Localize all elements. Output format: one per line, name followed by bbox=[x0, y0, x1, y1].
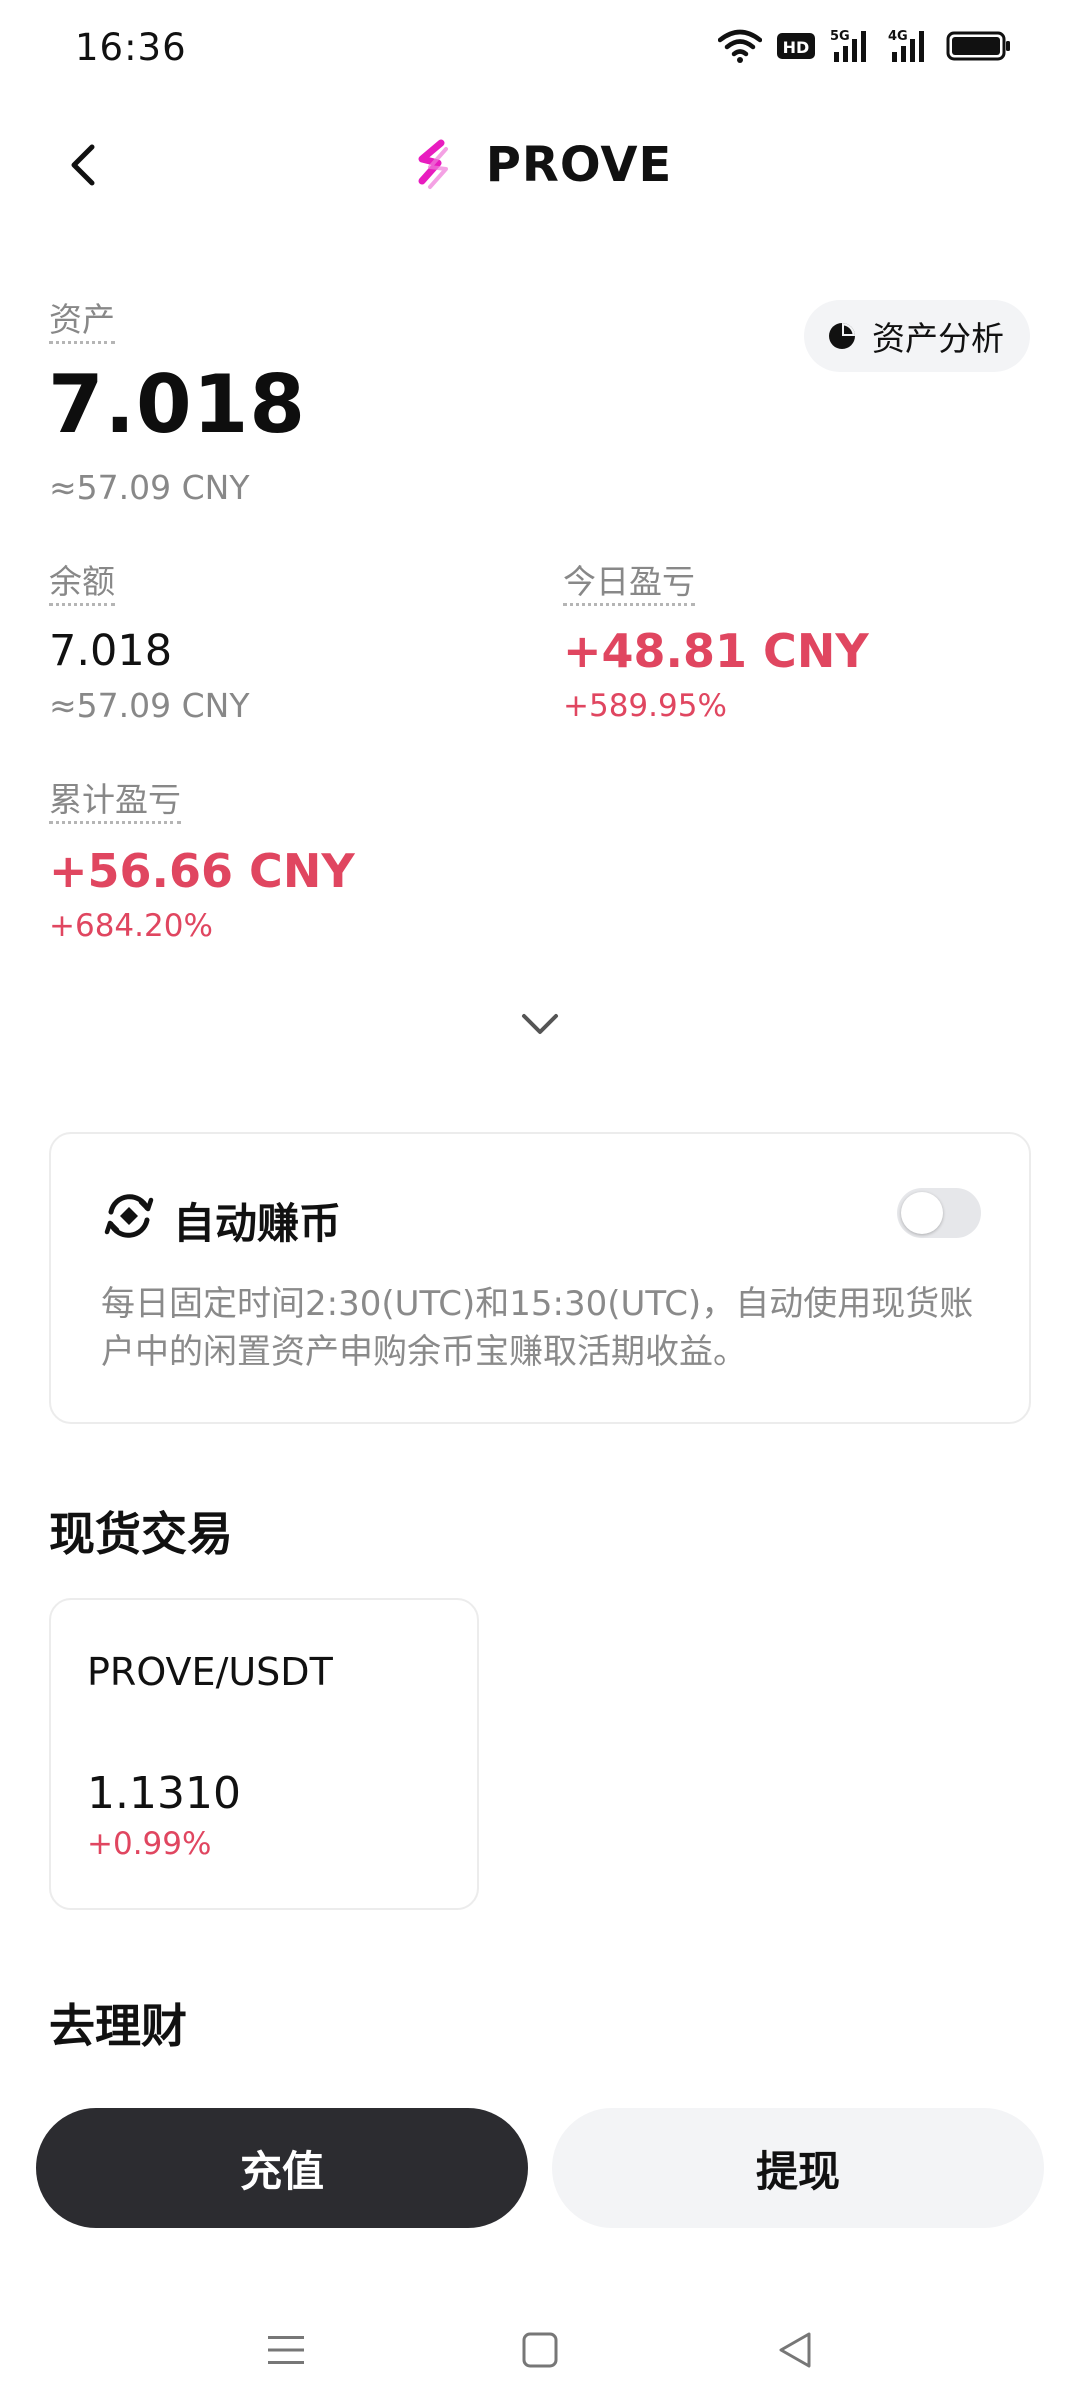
spot-pair-card[interactable]: PROVE/USDT 1.1310 +0.99% bbox=[49, 1598, 479, 1910]
net2-label: 4G bbox=[888, 29, 908, 44]
assets-label-wrap[interactable]: 资产 bbox=[49, 301, 115, 345]
auto-earn-card: 自动赚币 每日固定时间2:30(UTC)和15:30(UTC)，自动使用现货账户… bbox=[49, 1132, 1031, 1424]
asset-analysis-button[interactable]: 资产分析 bbox=[804, 300, 1030, 372]
signal-4g-icon: 4G bbox=[888, 29, 924, 62]
asset-approx-value: ≈57.09 CNY bbox=[49, 468, 250, 507]
status-bar: 16:36 HD 5G 4G bbox=[0, 0, 1080, 100]
spot-pair-price: 1.1310 bbox=[87, 1768, 241, 1819]
status-icons: HD 5G 4G bbox=[718, 28, 1012, 64]
balance-label-wrap[interactable]: 余额 bbox=[49, 563, 115, 607]
balance-value: 7.018 bbox=[49, 626, 173, 676]
wifi-icon bbox=[718, 29, 762, 63]
signal-5g-icon: 5G bbox=[830, 29, 866, 62]
pie-chart-icon bbox=[829, 323, 855, 349]
balance-approx: ≈57.09 CNY bbox=[49, 686, 250, 725]
spot-pair-change: +0.99% bbox=[87, 1826, 212, 1862]
toggle-knob bbox=[901, 1192, 943, 1234]
net1-label: 5G bbox=[830, 29, 850, 44]
nav-back-button[interactable] bbox=[764, 2320, 824, 2380]
nav-menu-button[interactable] bbox=[256, 2320, 316, 2380]
page-title: PROVE bbox=[485, 137, 673, 193]
deposit-button[interactable]: 充值 bbox=[36, 2108, 528, 2228]
total-pnl-label: 累计盈亏 bbox=[49, 781, 181, 825]
auto-earn-description: 每日固定时间2:30(UTC)和15:30(UTC)，自动使用现货账户中的闲置资… bbox=[101, 1284, 974, 1372]
withdraw-button[interactable]: 提现 bbox=[552, 2108, 1044, 2228]
hd-label: HD bbox=[783, 38, 810, 57]
nav-home-button[interactable] bbox=[510, 2320, 570, 2380]
total-pnl-percent: +684.20% bbox=[49, 908, 213, 944]
back-triangle-icon bbox=[779, 2332, 811, 2368]
chevron-down-icon bbox=[522, 1014, 558, 1034]
balance-label: 余额 bbox=[49, 563, 115, 607]
header: PROVE bbox=[0, 110, 1080, 220]
total-pnl-label-wrap[interactable]: 累计盈亏 bbox=[49, 781, 181, 825]
spot-section-title: 现货交易 bbox=[49, 1507, 233, 1561]
finance-section-title: 去理财 bbox=[49, 1999, 187, 2053]
today-pnl-value: +48.81 CNY bbox=[563, 624, 869, 678]
auto-earn-toggle[interactable] bbox=[897, 1188, 981, 1238]
asset-analysis-label: 资产分析 bbox=[872, 319, 1004, 358]
battery-icon bbox=[946, 31, 1010, 61]
today-pnl-percent: +589.95% bbox=[563, 688, 727, 724]
menu-icon bbox=[268, 2336, 304, 2364]
auto-earn-icon bbox=[104, 1194, 154, 1238]
today-pnl-label: 今日盈亏 bbox=[563, 563, 695, 607]
system-nav-bar bbox=[0, 2300, 1080, 2408]
home-square-icon bbox=[522, 2332, 558, 2368]
status-time: 16:36 bbox=[75, 26, 187, 69]
header-title-group: PROVE bbox=[0, 130, 1080, 200]
spot-pair-name: PROVE/USDT bbox=[87, 1650, 333, 1694]
prove-logo-icon bbox=[418, 139, 448, 189]
asset-total-value: 7.018 bbox=[48, 358, 307, 451]
auto-earn-title: 自动赚币 bbox=[173, 1199, 342, 1248]
total-pnl-value: +56.66 CNY bbox=[49, 844, 355, 898]
expand-button[interactable] bbox=[510, 1004, 570, 1044]
assets-label: 资产 bbox=[49, 301, 115, 345]
today-pnl-label-wrap[interactable]: 今日盈亏 bbox=[563, 563, 695, 607]
hd-icon: HD bbox=[777, 33, 815, 59]
